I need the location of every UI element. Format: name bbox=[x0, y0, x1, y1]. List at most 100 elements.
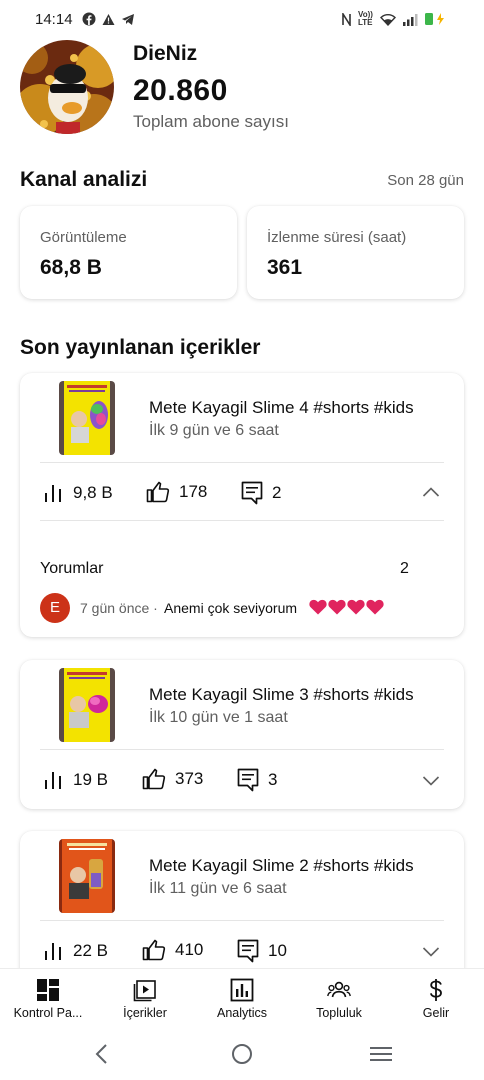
views-count: 22 B bbox=[73, 941, 108, 960]
views-value: 68,8 B bbox=[40, 256, 102, 279]
divider bbox=[40, 749, 444, 750]
video-thumbnail[interactable] bbox=[59, 839, 115, 913]
nav-label: Kontrol Pa... bbox=[13, 1006, 83, 1020]
comment-icon bbox=[237, 939, 259, 963]
watch-time-label: İzlenme süresi (saat) bbox=[267, 229, 407, 246]
watch-time-card[interactable]: İzlenme süresi (saat) 361 bbox=[247, 206, 464, 299]
chevron-up-icon[interactable] bbox=[422, 486, 440, 498]
dashboard-icon bbox=[37, 979, 59, 1001]
divider bbox=[40, 920, 444, 921]
battery-charging-icon bbox=[425, 13, 444, 25]
views-metric: 19 B bbox=[44, 770, 108, 790]
status-time: 14:14 bbox=[35, 11, 73, 28]
video-card-3[interactable]: Mete Kayagil Slime 2 #shorts #kids İlk 1… bbox=[20, 831, 464, 991]
bar-chart-icon bbox=[45, 943, 61, 960]
channel-avatar[interactable] bbox=[20, 40, 114, 134]
back-icon[interactable] bbox=[94, 1043, 108, 1065]
likes-metric: 410 bbox=[142, 939, 203, 961]
video-age: İlk 11 gün ve 6 saat bbox=[149, 880, 287, 897]
dollar-icon bbox=[429, 979, 442, 1001]
comments-count: 3 bbox=[268, 770, 278, 789]
comments-count: 10 bbox=[268, 941, 287, 960]
views-count: 19 B bbox=[73, 770, 108, 789]
content-icon bbox=[133, 980, 156, 1002]
video-age: İlk 10 gün ve 1 saat bbox=[149, 709, 288, 726]
channel-name: DieNiz bbox=[133, 42, 198, 65]
likes-metric: 178 bbox=[146, 481, 207, 503]
video-card-2[interactable]: Mete Kayagil Slime 3 #shorts #kids İlk 1… bbox=[20, 660, 464, 809]
comment-time: 7 gün önce · bbox=[80, 600, 158, 616]
nav-label: İçerikler bbox=[123, 1006, 167, 1020]
likes-count: 178 bbox=[179, 482, 208, 501]
channel-analytics-title: Kanal analizi bbox=[20, 168, 148, 191]
nav-label: Gelir bbox=[422, 1006, 450, 1020]
alert-icon bbox=[102, 13, 115, 25]
video-thumbnail[interactable] bbox=[59, 668, 115, 742]
comment-icon bbox=[237, 768, 259, 792]
nav-label: Analytics bbox=[216, 1006, 268, 1020]
video-card-1[interactable]: Mete Kayagil Slime 4 #shorts #kids İlk 9… bbox=[20, 373, 464, 637]
heart-icon bbox=[366, 599, 384, 615]
comments-metric: 10 bbox=[237, 939, 287, 963]
video-thumbnail[interactable] bbox=[59, 381, 115, 455]
video-age: İlk 9 gün ve 6 saat bbox=[149, 422, 279, 439]
bar-chart-icon bbox=[45, 485, 61, 502]
home-icon[interactable] bbox=[231, 1043, 253, 1065]
divider bbox=[40, 462, 444, 463]
likes-count: 373 bbox=[175, 769, 204, 788]
subscriber-label: Toplam abone sayısı bbox=[133, 112, 289, 131]
bottom-navigation: Kontrol Pa... İçerikler Analytics Toplul… bbox=[0, 968, 484, 1030]
chevron-down-icon[interactable] bbox=[422, 775, 440, 787]
video-title[interactable]: Mete Kayagil Slime 2 #shorts #kids bbox=[149, 856, 414, 876]
thumbs-up-icon bbox=[142, 939, 166, 961]
video-title[interactable]: Mete Kayagil Slime 3 #shorts #kids bbox=[149, 685, 414, 705]
nav-content[interactable]: İçerikler bbox=[97, 969, 193, 1031]
volte-indicator: Vo)) LTE bbox=[358, 10, 373, 27]
views-metric: 9,8 B bbox=[44, 483, 113, 503]
thumbs-up-icon bbox=[146, 481, 170, 503]
divider bbox=[40, 520, 444, 521]
menu-icon[interactable] bbox=[369, 1046, 393, 1062]
heart-icon bbox=[347, 599, 365, 615]
watch-time-value: 361 bbox=[267, 256, 303, 279]
nav-earn[interactable]: Gelir bbox=[388, 969, 484, 1031]
nav-dashboard[interactable]: Kontrol Pa... bbox=[0, 969, 96, 1031]
wifi-icon bbox=[380, 13, 396, 26]
nav-community[interactable]: Topluluk bbox=[291, 969, 387, 1031]
nav-analytics[interactable]: Analytics bbox=[194, 969, 290, 1031]
heart-icon bbox=[328, 599, 346, 615]
comments-section-count: 2 bbox=[400, 560, 409, 577]
comments-count: 2 bbox=[272, 483, 282, 502]
commenter-avatar[interactable]: E bbox=[40, 593, 70, 623]
analytics-icon bbox=[230, 978, 254, 1002]
views-metric: 22 B bbox=[44, 941, 108, 961]
comments-metric: 2 bbox=[241, 481, 281, 505]
community-icon bbox=[327, 981, 351, 998]
video-title[interactable]: Mete Kayagil Slime 4 #shorts #kids bbox=[149, 398, 414, 418]
system-navigation-bar bbox=[0, 1030, 484, 1080]
comments-section-label: Yorumlar bbox=[40, 560, 104, 577]
telegram-icon bbox=[122, 13, 134, 25]
subscriber-count: 20.860 bbox=[133, 74, 228, 107]
comment-text[interactable]: Anemi çok seviyorum bbox=[164, 600, 297, 616]
views-label: Görüntüleme bbox=[40, 229, 127, 246]
comments-metric: 3 bbox=[237, 768, 277, 792]
likes-count: 410 bbox=[175, 940, 204, 959]
nav-label: Topluluk bbox=[316, 1006, 362, 1020]
analytics-period[interactable]: Son 28 gün bbox=[387, 172, 464, 189]
comment-hearts bbox=[309, 599, 384, 615]
chevron-down-icon[interactable] bbox=[422, 946, 440, 958]
views-card[interactable]: Görüntüleme 68,8 B bbox=[20, 206, 237, 299]
status-bar: 14:14 Vo)) LTE bbox=[0, 0, 484, 40]
thumbs-up-icon bbox=[142, 768, 166, 790]
likes-metric: 373 bbox=[142, 768, 203, 790]
heart-icon bbox=[309, 599, 327, 615]
nfc-icon bbox=[342, 12, 351, 26]
facebook-icon bbox=[82, 12, 96, 26]
views-count: 9,8 B bbox=[73, 483, 113, 502]
comment-icon bbox=[241, 481, 263, 505]
bar-chart-icon bbox=[45, 772, 61, 789]
signal-icon bbox=[403, 13, 418, 26]
recent-content-title: Son yayınlanan içerikler bbox=[20, 336, 261, 359]
channel-header: DieNiz 20.860 Toplam abone sayısı bbox=[20, 38, 464, 134]
